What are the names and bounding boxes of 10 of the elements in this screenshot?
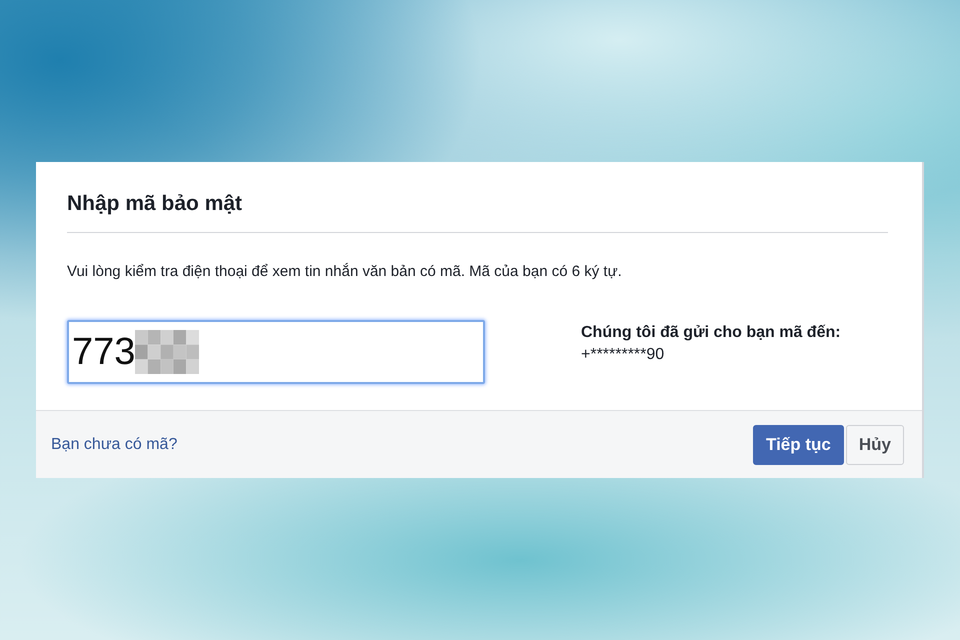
instructions-text: Vui lòng kiểm tra điện thoại để xem tin nhắn văn bản có mã. Mã của bạn có 6 ký tự. (67, 263, 622, 280)
code-value: 773 (72, 333, 136, 371)
cancel-button[interactable]: Hủy (846, 424, 904, 464)
no-code-link[interactable]: Bạn chưa có mã? (51, 436, 178, 454)
code-input-field[interactable]: 773 (67, 320, 485, 384)
sent-to-label: Chúng tôi đã gửi cho bạn mã đến: (581, 324, 841, 342)
dialog-title: Nhập mã bảo mật (67, 192, 242, 216)
pixelated-blur-drawing (135, 330, 200, 374)
continue-button[interactable]: Tiếp tục (753, 424, 844, 464)
masked-phone-number: +*********90 (581, 346, 664, 364)
